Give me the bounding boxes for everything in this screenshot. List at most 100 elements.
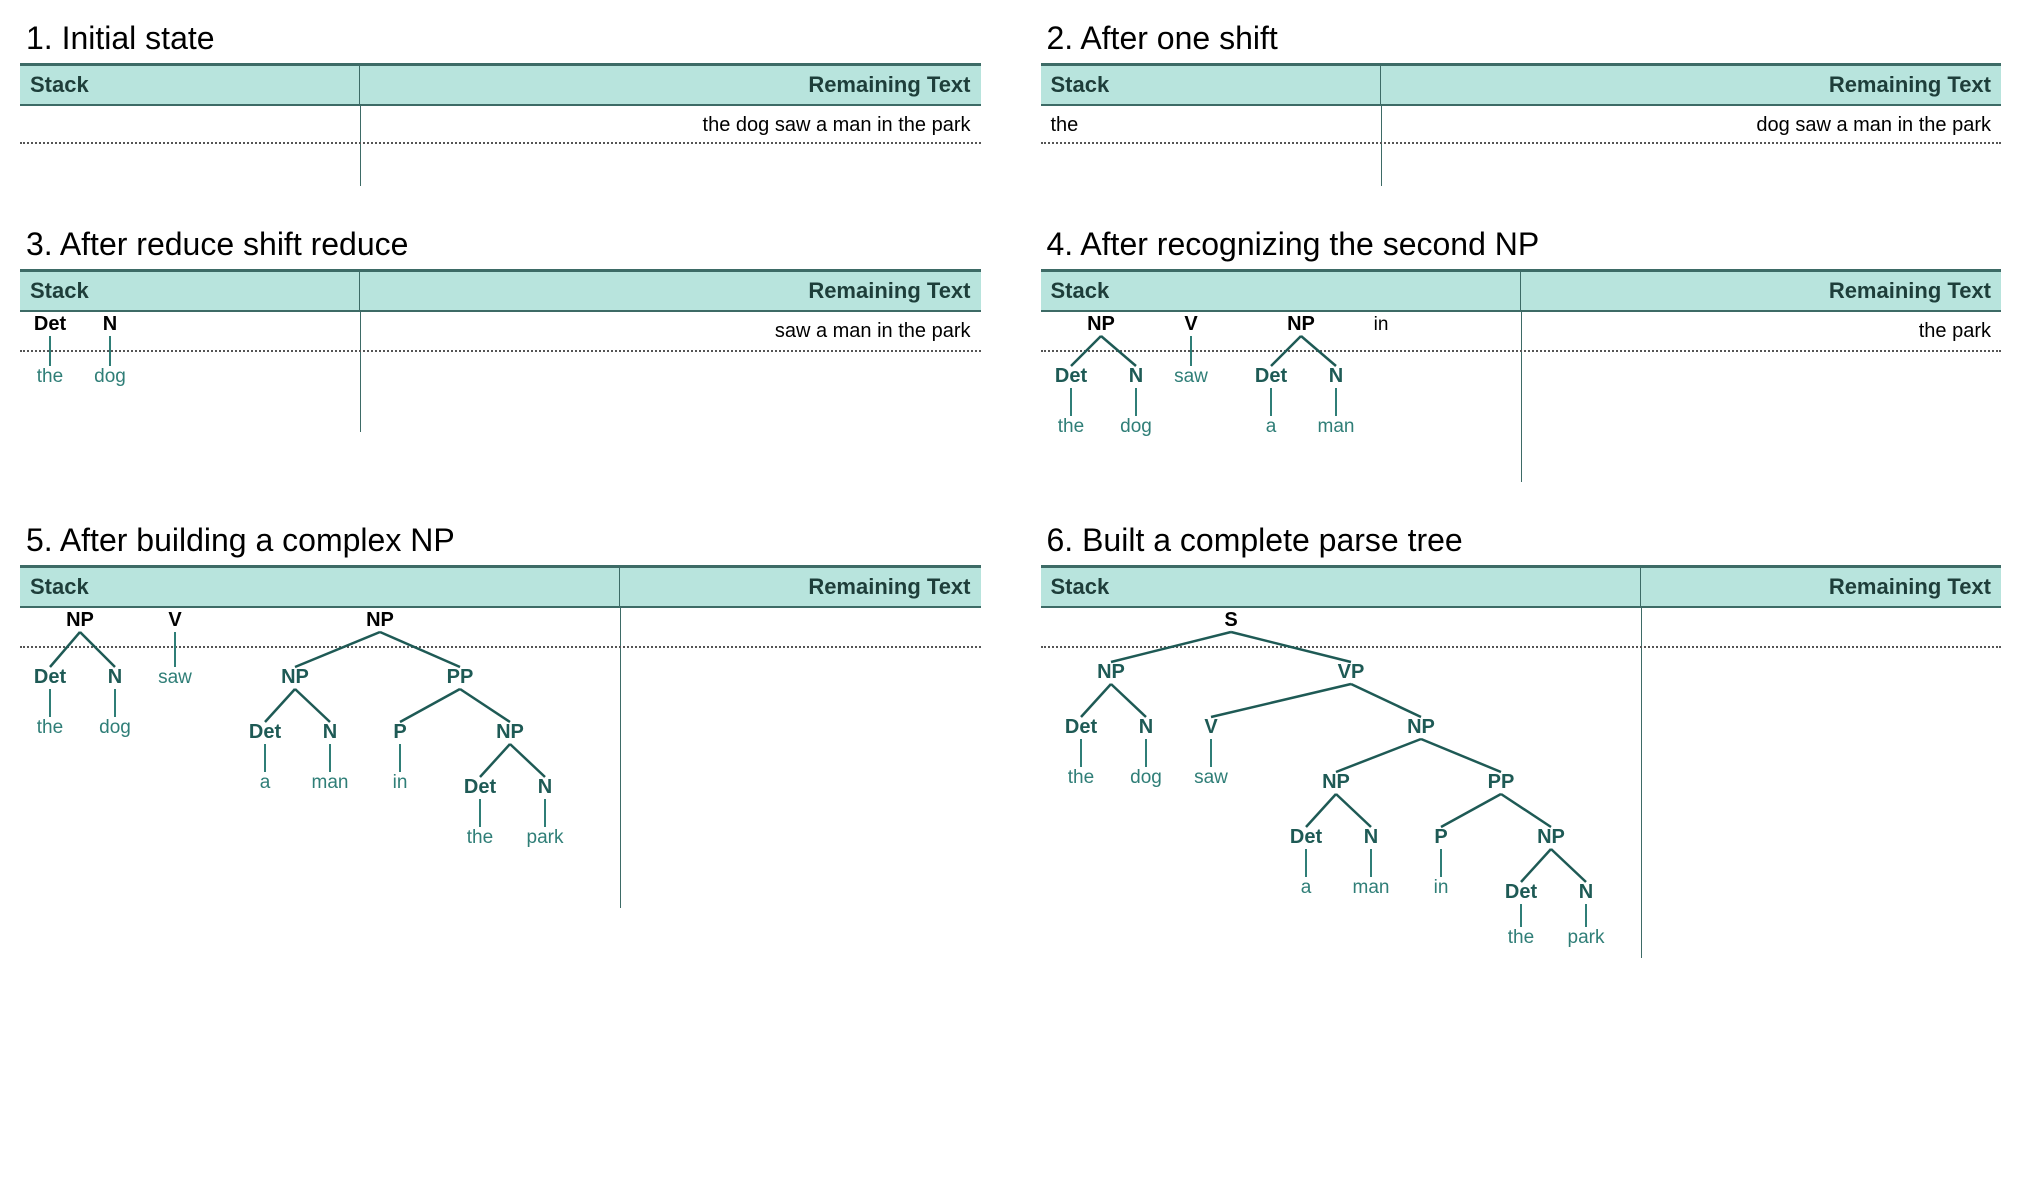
- tree-node-np1: NP: [1097, 661, 1125, 683]
- tree-node-np1: NP: [66, 609, 94, 631]
- tree-node-n1: N: [108, 666, 122, 688]
- tree-node-dog: dog: [1130, 767, 1162, 788]
- remaining-text: dog saw a man in the park: [1381, 106, 2002, 145]
- tree-node-man: man: [312, 772, 349, 793]
- tree-node-park: park: [1567, 927, 1604, 948]
- panel-5: 5. After building a complex NP StackRemai…: [20, 522, 981, 958]
- header-remaining: Remaining Text: [620, 568, 981, 606]
- tree-node-s: S: [1224, 609, 1237, 631]
- tree-node-p: P: [393, 721, 406, 743]
- body-area: SNPVPDetNVNPthedogsawNPPPDetNPNPamaninDe…: [1041, 608, 2002, 958]
- column-divider: [620, 608, 621, 908]
- tree-node-n1: N: [1128, 365, 1142, 387]
- panel-6: 6. Built a complete parse tree StackRemai…: [1041, 522, 2002, 958]
- tree-node-det2: Det: [249, 721, 282, 743]
- tree-node-the2: the: [1507, 927, 1533, 948]
- tree-node-det3: Det: [1504, 881, 1537, 903]
- body-area: NPVNPDetNsawNPPPthedogDetNPNPamaninDetNt…: [20, 608, 981, 908]
- tree-node-np3: NP: [281, 666, 309, 688]
- tree-node-n3: N: [538, 776, 552, 798]
- header-stack: Stack: [20, 66, 360, 104]
- remaining-text: saw a man in the park: [360, 312, 981, 351]
- panel-title: 5. After building a complex NP: [26, 522, 981, 559]
- tree-node-the: the: [37, 366, 63, 387]
- tree-node-man: man: [1317, 416, 1354, 437]
- tree-node-the1: the: [1067, 767, 1093, 788]
- tree-node-the: the: [1057, 416, 1083, 437]
- tree-node-saw: saw: [1174, 366, 1208, 387]
- body-area: thedog saw a man in the park: [1041, 106, 2002, 186]
- panel-title: 6. Built a complete parse tree: [1047, 522, 2002, 559]
- tree-node-det2: Det: [1289, 826, 1322, 848]
- parse-table: StackRemaining TextSNPVPDetNVNPthedogsaw…: [1041, 565, 2002, 958]
- remaining-text: the park: [1521, 312, 2002, 351]
- tree-node-the1: the: [37, 717, 63, 738]
- remaining-text: [1641, 608, 2002, 624]
- tree-node-n3: N: [1578, 881, 1592, 903]
- panel-title: 2. After one shift: [1047, 20, 2002, 57]
- header-remaining: Remaining Text: [360, 272, 981, 310]
- tree-node-dog: dog: [94, 366, 126, 387]
- parse-tree: Det Nthe dog: [20, 312, 360, 432]
- parse-tree: NPVNPinDetNsawDetNthedogaman: [1041, 312, 1521, 482]
- header-remaining: Remaining Text: [1641, 568, 2002, 606]
- tree-node-np3: NP: [1322, 771, 1350, 793]
- body-area: Det Nthe dog saw a man in the park: [20, 312, 981, 432]
- tree-node-pp: PP: [447, 666, 474, 688]
- tree-node-np2: NP: [366, 609, 394, 631]
- header-stack: Stack: [20, 272, 360, 310]
- stack-cell: NPVNPinDetNsawDetNthedogaman: [1041, 312, 1521, 487]
- tree-node-det1: Det: [1054, 365, 1087, 387]
- panel-title: 3. After reduce shift reduce: [26, 226, 981, 263]
- tree-node-np4: NP: [496, 721, 524, 743]
- header-remaining: Remaining Text: [1381, 66, 2002, 104]
- tree-node-np2: NP: [1287, 313, 1315, 335]
- panel-3: 3. After reduce shift reduce StackRemaini…: [20, 226, 981, 482]
- tree-node-vp: VP: [1337, 661, 1364, 683]
- tree-node-det: Det: [34, 313, 67, 335]
- tree-node-v: V: [1184, 313, 1198, 335]
- body-area: NPVNPinDetNsawDetNthedogamanthe park: [1041, 312, 2002, 482]
- tree-node-saw: saw: [158, 667, 192, 688]
- tree-node-np1: NP: [1087, 313, 1115, 335]
- remaining-text: [620, 608, 981, 624]
- tree-node-in: in: [1433, 877, 1448, 898]
- tree-node-n: N: [103, 313, 117, 335]
- remaining-text: the dog saw a man in the park: [360, 106, 981, 145]
- tree-node-man: man: [1352, 877, 1389, 898]
- tree-node-the2: the: [467, 827, 493, 848]
- tree-node-a: a: [260, 772, 271, 793]
- stack-cell: the: [1041, 106, 1381, 145]
- header-remaining: Remaining Text: [360, 66, 981, 104]
- tree-node-in: in: [393, 772, 408, 793]
- tree-node-pp: PP: [1487, 771, 1514, 793]
- parse-table: StackRemaining Text Det Nthe dog saw a man i…: [20, 269, 981, 432]
- panels-grid: 1. Initial stateStackRemaining Textthe d…: [20, 20, 2001, 958]
- tree-node-saw: saw: [1194, 767, 1228, 788]
- panel-2: 2. After one shift StackRemaining Textthe…: [1041, 20, 2002, 186]
- stack-cell: SNPVPDetNVNPthedogsawNPPPDetNPNPamaninDe…: [1041, 608, 1641, 963]
- tree-node-in: in: [1373, 314, 1388, 335]
- tree-node-dog: dog: [1120, 416, 1152, 437]
- body-area: the dog saw a man in the park: [20, 106, 981, 186]
- column-divider: [1641, 608, 1642, 958]
- panel-4: 4. After recognizing the second NPStackR…: [1041, 226, 2002, 482]
- stack-text: the: [1041, 106, 1381, 145]
- parse-tree: NPVNPDetNsawNPPPthedogDetNPNPamaninDetNt…: [20, 608, 620, 908]
- tree-node-a: a: [1300, 877, 1311, 898]
- parse-table: StackRemaining Textthedog saw a man in t…: [1041, 63, 2002, 186]
- panel-1: 1. Initial stateStackRemaining Textthe d…: [20, 20, 981, 186]
- tree-node-n1: N: [1138, 716, 1152, 738]
- parse-table: StackRemaining TextNPVNPDetNsawNPPPthedo…: [20, 565, 981, 908]
- tree-node-det1: Det: [1064, 716, 1097, 738]
- tree-node-v: V: [168, 609, 182, 631]
- tree-node-n2: N: [1328, 365, 1342, 387]
- tree-node-np4: NP: [1537, 826, 1565, 848]
- panel-title: 4. After recognizing the second NP: [1047, 226, 2002, 263]
- header-stack: Stack: [1041, 568, 1641, 606]
- tree-node-np2: NP: [1407, 716, 1435, 738]
- header-stack: Stack: [20, 568, 620, 606]
- header-remaining: Remaining Text: [1521, 272, 2002, 310]
- tree-node-a: a: [1265, 416, 1276, 437]
- tree-node-p: P: [1434, 826, 1447, 848]
